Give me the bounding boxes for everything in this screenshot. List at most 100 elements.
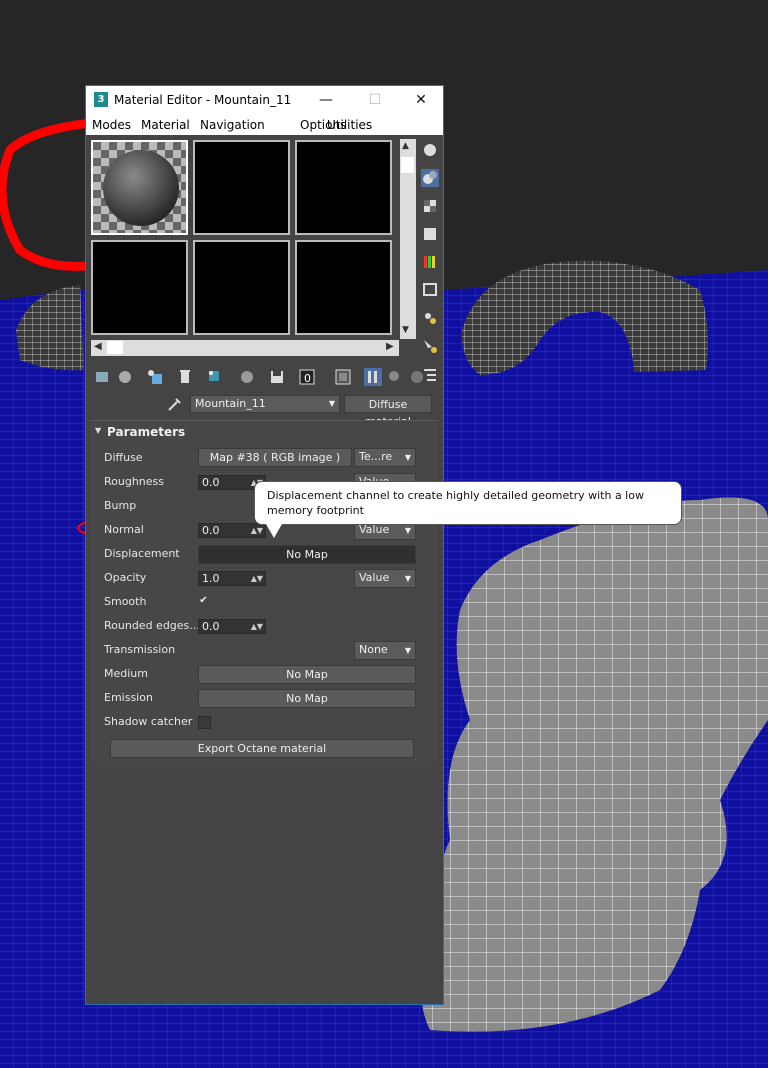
normal-spinner[interactable]: 0.0 ▲▼ (198, 523, 266, 538)
normal-label: Normal (104, 523, 144, 536)
app-icon: 3 (94, 92, 108, 107)
rollout-title: Parameters (107, 425, 186, 439)
maximize-button[interactable]: ☐ (365, 90, 385, 110)
parameters-rollout-header[interactable]: ▼ Parameters (90, 421, 438, 443)
chevron-down-icon: ▼ (404, 453, 411, 462)
roughness-label: Roughness (104, 475, 165, 488)
scroll-down-icon[interactable]: ▼ (402, 325, 409, 335)
opacity-mode-text: Value (359, 571, 390, 584)
editor-toolbar: 0 (92, 368, 438, 390)
chevron-down-icon: ▼ (404, 646, 411, 655)
sample-slot-3[interactable] (295, 140, 392, 235)
shadow-catcher-label: Shadow catcher (104, 715, 193, 728)
put-to-library-icon[interactable] (238, 368, 256, 386)
options-icon[interactable] (421, 309, 439, 327)
material-editor-window: 3 Material Editor - Mountain_11 — ☐ ✕ Mo… (85, 85, 444, 1005)
assign-material-icon[interactable] (146, 368, 164, 386)
window-title: Material Editor - Mountain_11 (114, 93, 292, 107)
diffuse-mode-dropdown[interactable]: Te...re ▼ (354, 448, 416, 467)
menu-utilities[interactable]: Utilities (327, 118, 372, 132)
sample-slot-1[interactable] (91, 140, 188, 235)
material-name-row: Mountain_11 ▼ Diffuse material (86, 393, 443, 428)
menu-modes[interactable]: Modes (92, 118, 131, 132)
backlight-icon[interactable] (421, 169, 439, 187)
video-color-check-icon[interactable] (421, 253, 439, 271)
close-button[interactable]: ✕ (411, 90, 431, 110)
minimize-button[interactable]: — (316, 90, 336, 110)
material-name-text: Mountain_11 (195, 397, 266, 410)
show-end-result-icon[interactable] (334, 368, 352, 386)
scroll-up-icon[interactable]: ▲ (402, 141, 409, 151)
bump-label: Bump (104, 499, 137, 512)
rounded-edges-label: Rounded edges... (104, 619, 200, 632)
diffuse-map-button[interactable]: Map #38 ( RGB image ) (198, 448, 352, 467)
transmission-label: Transmission (104, 643, 176, 656)
diffuse-label: Diffuse (104, 451, 143, 464)
material-sphere-preview (93, 142, 186, 233)
displacement-map-button[interactable]: No Map (198, 545, 416, 564)
sample-uv-tiling-icon[interactable] (421, 225, 439, 243)
chevron-down-icon: ▼ (328, 399, 335, 408)
eyedropper-icon[interactable] (166, 396, 182, 412)
opacity-mode-dropdown[interactable]: Value ▼ (354, 569, 416, 588)
transmission-mode-text: None (359, 643, 388, 656)
rounded-edges-spinner[interactable]: 0.0 ▲▼ (198, 619, 266, 634)
go-forward-sibling-icon[interactable] (386, 368, 404, 386)
opacity-spinner[interactable]: 1.0 ▲▼ (198, 571, 266, 586)
background-checker-icon[interactable] (421, 197, 439, 215)
emission-map-button[interactable]: No Map (198, 689, 416, 708)
smooth-checkbox[interactable]: ✔ (198, 596, 209, 607)
opacity-label: Opacity (104, 571, 147, 584)
select-by-material-icon[interactable] (421, 337, 439, 355)
pick-material-icon[interactable] (408, 368, 426, 386)
roughness-value: 0.0 (202, 476, 220, 489)
go-to-parent-icon[interactable] (364, 368, 382, 386)
normal-value: 0.0 (202, 524, 220, 537)
sample-slot-6[interactable] (295, 240, 392, 335)
displacement-tooltip: Displacement channel to create highly de… (254, 481, 682, 525)
tooltip-tail (266, 524, 282, 538)
horizontal-scrollbar[interactable]: ◀ ▶ (91, 340, 399, 356)
medium-label: Medium (104, 667, 148, 680)
make-unique-icon[interactable] (206, 368, 224, 386)
put-material-to-scene-icon[interactable] (116, 368, 134, 386)
vertical-scrollbar[interactable]: ▲ ▼ (400, 139, 416, 339)
reset-map-icon[interactable] (176, 368, 194, 386)
shadow-catcher-checkbox[interactable] (198, 716, 211, 729)
horizontal-scroll-thumb[interactable] (107, 341, 123, 354)
scroll-left-icon[interactable]: ◀ (94, 341, 102, 352)
export-octane-material-button[interactable]: Export Octane material (110, 739, 414, 758)
sample-slot-4[interactable] (91, 240, 188, 335)
opacity-value: 1.0 (202, 572, 220, 585)
scroll-right-icon[interactable]: ▶ (386, 341, 394, 352)
sample-slot-2[interactable] (193, 140, 290, 235)
menu-navigation[interactable]: Navigation (200, 118, 265, 132)
svg-text:0: 0 (304, 372, 311, 385)
parameters-rollout: ▼ Parameters Diffuse Map #38 ( RGB image… (90, 420, 438, 766)
spinner-arrows-icon[interactable]: ▲▼ (251, 524, 263, 538)
menu-bar: Modes Material Navigation Options Utilit… (86, 115, 443, 135)
chevron-down-icon: ▼ (404, 574, 411, 583)
material-type-button[interactable]: Diffuse material (344, 395, 432, 428)
show-shaded-material-icon[interactable]: 0 (298, 368, 316, 386)
make-preview-icon[interactable] (421, 281, 439, 299)
spinner-arrows-icon[interactable]: ▲▼ (251, 572, 263, 586)
sample-type-sphere-icon[interactable] (421, 141, 439, 159)
material-name-dropdown[interactable]: Mountain_11 ▼ (190, 395, 340, 413)
material-id-channel-icon[interactable] (268, 368, 286, 386)
side-toolbar (419, 141, 441, 393)
sample-slot-5[interactable] (193, 240, 290, 335)
menu-material[interactable]: Material (141, 118, 190, 132)
get-material-icon[interactable] (94, 368, 112, 386)
vertical-scroll-thumb[interactable] (401, 157, 414, 173)
chevron-down-icon: ▼ (404, 526, 411, 535)
title-bar[interactable]: 3 Material Editor - Mountain_11 — ☐ ✕ (86, 86, 443, 115)
sample-slots (91, 140, 401, 340)
diffuse-mode-text: Te...re (359, 450, 393, 463)
smooth-label: Smooth (104, 595, 147, 608)
collapse-icon[interactable]: ▼ (95, 426, 101, 435)
spinner-arrows-icon[interactable]: ▲▼ (251, 620, 263, 634)
medium-map-button[interactable]: No Map (198, 665, 416, 684)
rounded-edges-value: 0.0 (202, 620, 220, 633)
transmission-mode-dropdown[interactable]: None ▼ (354, 641, 416, 660)
